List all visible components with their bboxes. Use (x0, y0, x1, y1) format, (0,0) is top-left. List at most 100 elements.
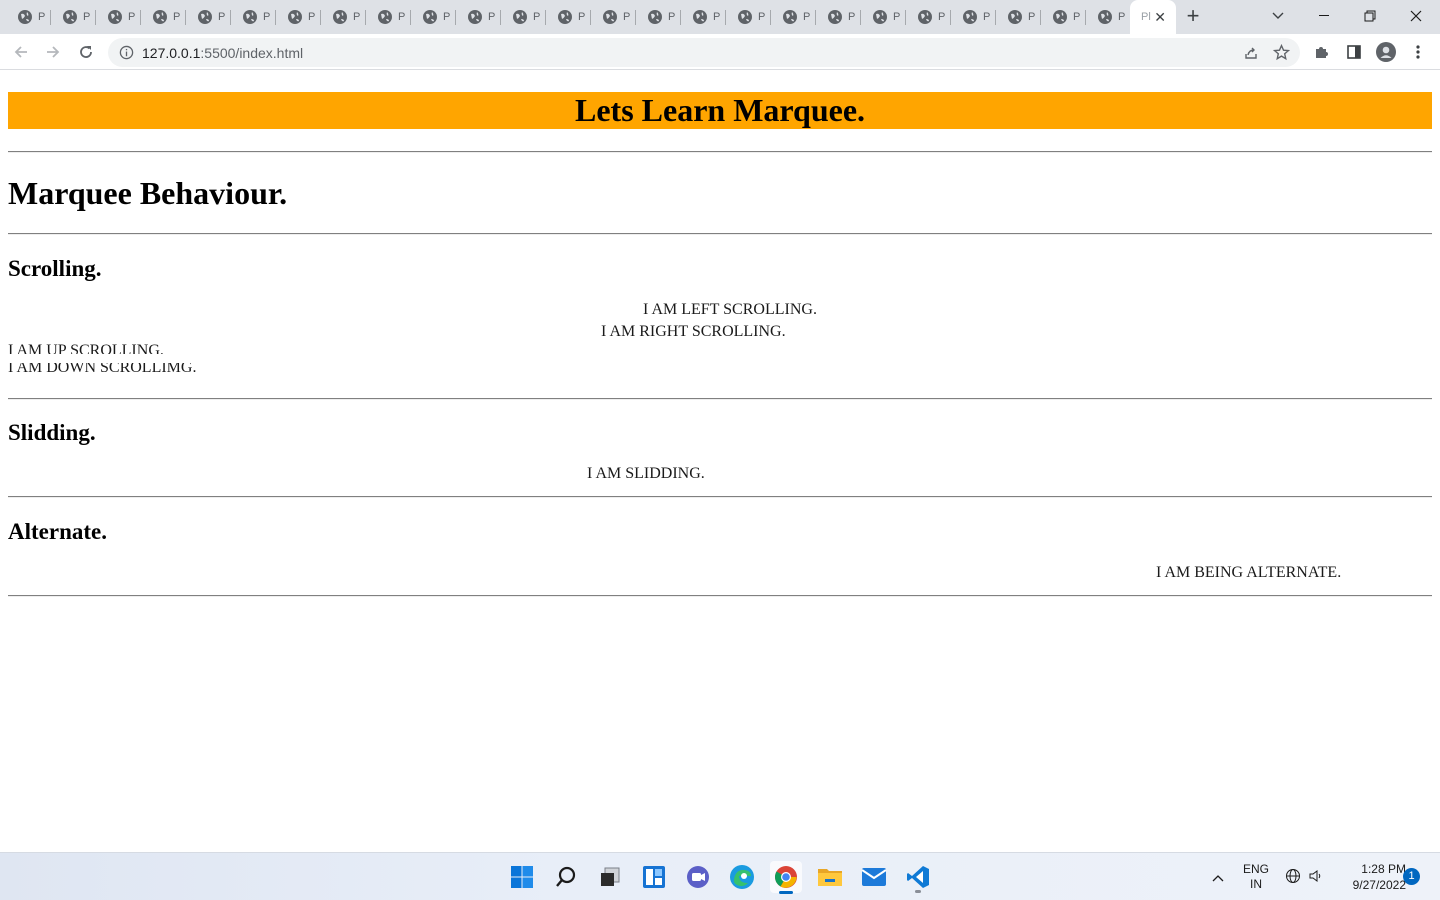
browser-toolbar: 127.0.0.1:5500/index.html (0, 34, 1440, 70)
browser-tab[interactable]: P (861, 0, 906, 34)
browser-tab[interactable]: P (591, 0, 636, 34)
search-icon (556, 866, 576, 887)
marquee-up-box: I AM UP SCROLLING. (8, 342, 408, 354)
page-content: Lets Learn Marquee. Marquee Behaviour. S… (0, 71, 1440, 852)
search-button[interactable] (550, 861, 582, 893)
globe-icon (1008, 10, 1022, 24)
browser-tab[interactable]: P (996, 0, 1041, 34)
input-language[interactable]: ENG IN (1240, 862, 1272, 900)
slidding-heading: Slidding. (8, 420, 96, 445)
globe-icon (1053, 10, 1067, 24)
globe-icon (558, 10, 572, 24)
browser-tab[interactable]: P (51, 0, 96, 34)
browser-tab[interactable]: P (951, 0, 996, 34)
browser-tab[interactable]: P (276, 0, 321, 34)
mail-button[interactable] (858, 861, 890, 893)
browser-tab[interactable]: P (231, 0, 276, 34)
globe-icon (153, 10, 167, 24)
browser-tab[interactable]: P (141, 0, 186, 34)
browser-tab[interactable]: P (186, 0, 231, 34)
volume-button[interactable] (1308, 868, 1324, 889)
show-hidden-icons-button[interactable] (1212, 869, 1224, 887)
browser-tab[interactable]: P (816, 0, 861, 34)
minimize-button[interactable] (1301, 0, 1347, 32)
marquee-alternate: I AM BEING ALTERNATE. (1156, 564, 1342, 581)
globe-icon (783, 10, 797, 24)
tab-search-button[interactable] (1255, 0, 1301, 32)
arrow-right-icon (47, 46, 60, 58)
browser-tab[interactable]: P (726, 0, 771, 34)
tab-title: P (533, 11, 541, 23)
browser-tab[interactable]: P (1086, 0, 1131, 34)
notification-badge[interactable]: 1 (1403, 868, 1420, 885)
forward-button[interactable] (41, 40, 65, 64)
globe-icon (18, 10, 32, 24)
divider (8, 151, 1432, 153)
back-button[interactable] (9, 40, 33, 64)
info-icon[interactable] (119, 45, 134, 60)
active-browser-tab[interactable]: Pl ✕ (1130, 0, 1176, 34)
vscode-button[interactable] (902, 861, 934, 893)
teams-chat-button[interactable] (682, 861, 714, 893)
browser-tab[interactable]: P (456, 0, 501, 34)
browser-tab[interactable]: P (681, 0, 726, 34)
marquee-left: I AM LEFT SCROLLING. (643, 301, 817, 318)
browser-tab[interactable]: P (546, 0, 591, 34)
task-view-icon (601, 867, 620, 886)
tab-title: Pl (1141, 11, 1151, 23)
menu-button[interactable] (1406, 40, 1430, 64)
tab-title: P (308, 11, 316, 23)
network-button[interactable] (1285, 868, 1301, 889)
side-panel-button[interactable] (1342, 40, 1366, 64)
star-icon[interactable] (1273, 44, 1290, 61)
browser-tab[interactable]: P (6, 0, 51, 34)
tab-title: P (758, 11, 766, 23)
tab-title: P (173, 11, 181, 23)
browser-tab[interactable]: P (1041, 0, 1086, 34)
browser-tab[interactable]: P (501, 0, 546, 34)
url-host: 127.0.0.1 (142, 45, 201, 61)
task-view-button[interactable] (594, 861, 626, 893)
clock[interactable]: 1:28 PM 9/27/2022 (1330, 861, 1406, 900)
browser-tab[interactable]: P (321, 0, 366, 34)
behaviour-heading: Marquee Behaviour. (8, 175, 288, 211)
address-bar[interactable]: 127.0.0.1:5500/index.html (108, 38, 1300, 67)
close-tab-icon[interactable]: ✕ (1154, 9, 1166, 26)
restore-button[interactable] (1347, 0, 1393, 32)
marquee-down-box: I AM DOWN SCROLLIMG. (8, 363, 408, 377)
vscode-icon (907, 866, 929, 888)
file-explorer-button[interactable] (814, 861, 846, 893)
profile-button[interactable] (1374, 40, 1398, 64)
folder-icon (818, 869, 842, 886)
reload-button[interactable] (74, 40, 98, 64)
tab-title: P (848, 11, 856, 23)
start-button[interactable] (506, 861, 538, 893)
browser-tab[interactable]: P (96, 0, 141, 34)
marquee-right: I AM RIGHT SCROLLING. (601, 323, 786, 340)
close-window-button[interactable] (1393, 0, 1439, 32)
globe-icon (648, 10, 662, 24)
browser-tab[interactable]: P (906, 0, 951, 34)
active-app-indicator (779, 891, 793, 894)
tab-title: P (1028, 11, 1036, 23)
browser-tab[interactable]: P (366, 0, 411, 34)
globe-icon (603, 10, 617, 24)
globe-icon (738, 10, 752, 24)
divider (8, 496, 1432, 498)
share-icon[interactable] (1243, 45, 1259, 61)
arrow-left-icon (14, 46, 27, 58)
tab-title: P (488, 11, 496, 23)
running-app-indicator (915, 890, 921, 893)
browser-tab[interactable]: P (771, 0, 816, 34)
extensions-button[interactable] (1310, 40, 1334, 64)
edge-button[interactable] (726, 861, 758, 893)
tab-title: P (128, 11, 136, 23)
chrome-button[interactable] (770, 861, 802, 894)
new-tab-button[interactable]: + (1182, 5, 1204, 27)
browser-tab[interactable]: P (636, 0, 681, 34)
tab-title: P (623, 11, 631, 23)
globe-icon (333, 10, 347, 24)
widgets-button[interactable] (638, 861, 670, 893)
chevron-up-icon (1212, 875, 1224, 882)
browser-tab[interactable]: P (411, 0, 456, 34)
